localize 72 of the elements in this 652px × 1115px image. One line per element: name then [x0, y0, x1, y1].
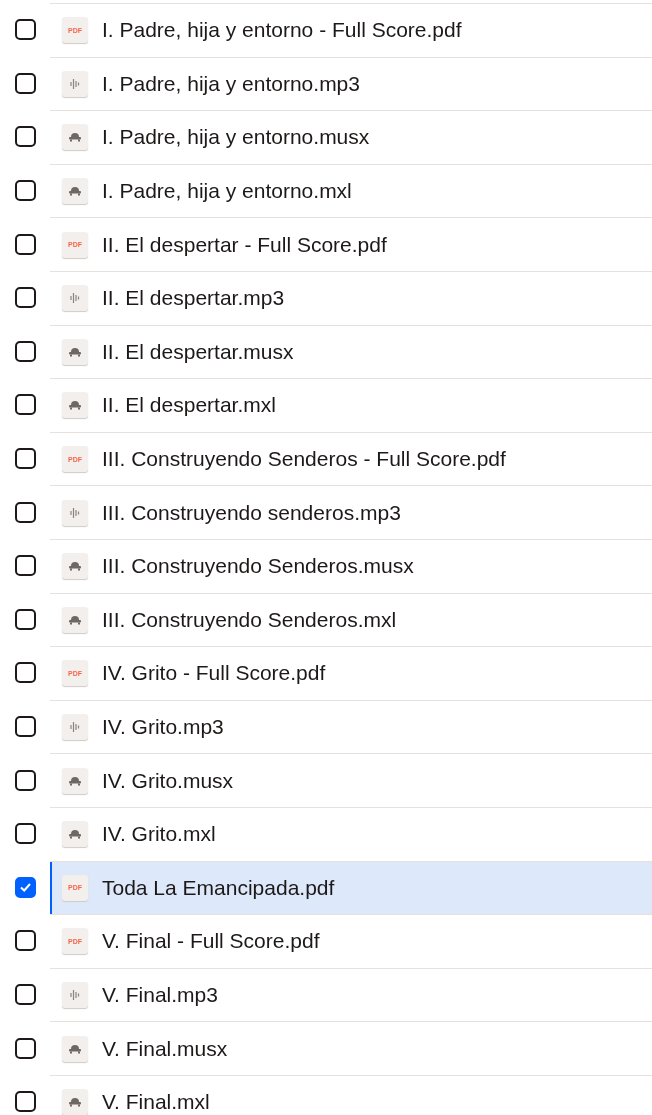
checkbox[interactable] — [14, 287, 36, 309]
file-row[interactable]: IV. Grito.musx — [50, 753, 652, 807]
file-row[interactable]: II. El despertar.musx — [50, 324, 652, 379]
file-name: V. Final - Full Score.pdf — [102, 929, 320, 954]
file-row[interactable]: V. Final.musx — [50, 1021, 652, 1075]
checkbox[interactable] — [14, 769, 36, 791]
score-file-icon — [62, 178, 88, 205]
file-name: II. El despertar - Full Score.pdf — [102, 232, 387, 257]
file-name: II. El despertar.mxl — [102, 393, 276, 418]
audio-file-icon — [62, 499, 88, 526]
checkbox[interactable] — [14, 180, 36, 202]
checkbox[interactable] — [14, 1037, 36, 1059]
audio-file-icon — [62, 714, 88, 740]
file-row[interactable]: IV. Grito.mxl — [50, 806, 652, 861]
file-row[interactable]: III. Construyendo Senderos.mxl — [50, 592, 652, 647]
score-file-icon — [62, 124, 88, 151]
checkbox[interactable] — [14, 1091, 36, 1113]
file-name: III. Construyendo Senderos - Full Score.pdf — [102, 447, 506, 472]
checkbox[interactable] — [14, 448, 36, 470]
file-row[interactable]: I. Padre, hija y entorno.mp3 — [50, 56, 652, 111]
checkbox[interactable] — [14, 662, 36, 684]
checkbox[interactable] — [14, 823, 36, 845]
checkbox[interactable] — [14, 608, 36, 630]
file-name: I. Padre, hija y entorno - Full Score.pdf — [102, 18, 462, 43]
checkbox[interactable] — [14, 984, 36, 1005]
file-row[interactable]: IV. Grito.mp3 — [50, 699, 652, 754]
score-file-icon — [62, 821, 88, 848]
file-name: I. Padre, hija y entorno.musx — [102, 125, 370, 150]
checkbox[interactable] — [14, 555, 36, 577]
file-row[interactable]: II. El despertar.mp3 — [50, 270, 652, 325]
score-file-icon — [62, 553, 88, 580]
file-row[interactable]: V. Final.mxl — [50, 1074, 652, 1115]
file-name: III. Construyendo Senderos.mxl — [102, 607, 397, 632]
checkbox[interactable] — [14, 126, 36, 148]
file-name: Toda La Emancipada.pdf — [102, 875, 335, 900]
file-name: IV. Grito - Full Score.pdf — [102, 661, 326, 686]
checkbox[interactable] — [14, 340, 36, 362]
file-name: V. Final.mxl — [102, 1090, 210, 1115]
score-file-icon — [62, 1089, 88, 1115]
checkbox[interactable] — [14, 501, 36, 523]
file-row[interactable]: II. El despertar.mxl — [50, 378, 652, 432]
checkbox[interactable] — [14, 19, 36, 41]
file-name: III. Construyendo senderos.mp3 — [102, 500, 401, 525]
file-name: III. Construyendo Senderos.musx — [102, 554, 414, 579]
file-name: I. Padre, hija y entorno.mxl — [102, 179, 352, 204]
score-file-icon — [62, 606, 88, 633]
file-name: II. El despertar.musx — [102, 339, 294, 364]
score-file-icon — [62, 338, 88, 365]
checkbox[interactable] — [14, 72, 36, 94]
file-row[interactable]: I. Padre, hija y entorno.mxl — [50, 163, 652, 218]
file-name: I. Padre, hija y entorno.mp3 — [102, 71, 360, 96]
file-name: IV. Grito.mxl — [102, 822, 216, 847]
checkbox[interactable] — [14, 716, 36, 737]
checkbox[interactable] — [14, 930, 36, 952]
file-name: IV. Grito.mp3 — [102, 715, 224, 739]
checkbox[interactable] — [14, 876, 36, 898]
file-name: V. Final.musx — [102, 1036, 228, 1061]
score-file-icon — [62, 1035, 88, 1062]
audio-file-icon — [62, 70, 88, 97]
audio-file-icon — [62, 285, 88, 312]
score-file-icon — [62, 392, 88, 419]
file-row[interactable]: III. Construyendo Senderos.musx — [50, 538, 652, 593]
checkbox[interactable] — [14, 394, 36, 416]
file-name: V. Final.mp3 — [102, 983, 218, 1007]
checkbox[interactable] — [14, 233, 36, 255]
file-name: II. El despertar.mp3 — [102, 286, 285, 311]
file-name: IV. Grito.musx — [102, 768, 234, 793]
audio-file-icon — [62, 982, 88, 1008]
file-row[interactable]: III. Construyendo senderos.mp3 — [50, 485, 652, 539]
score-file-icon — [62, 767, 88, 794]
file-row[interactable]: I. Padre, hija y entorno.musx — [50, 110, 652, 164]
file-row[interactable]: V. Final.mp3 — [50, 967, 652, 1022]
